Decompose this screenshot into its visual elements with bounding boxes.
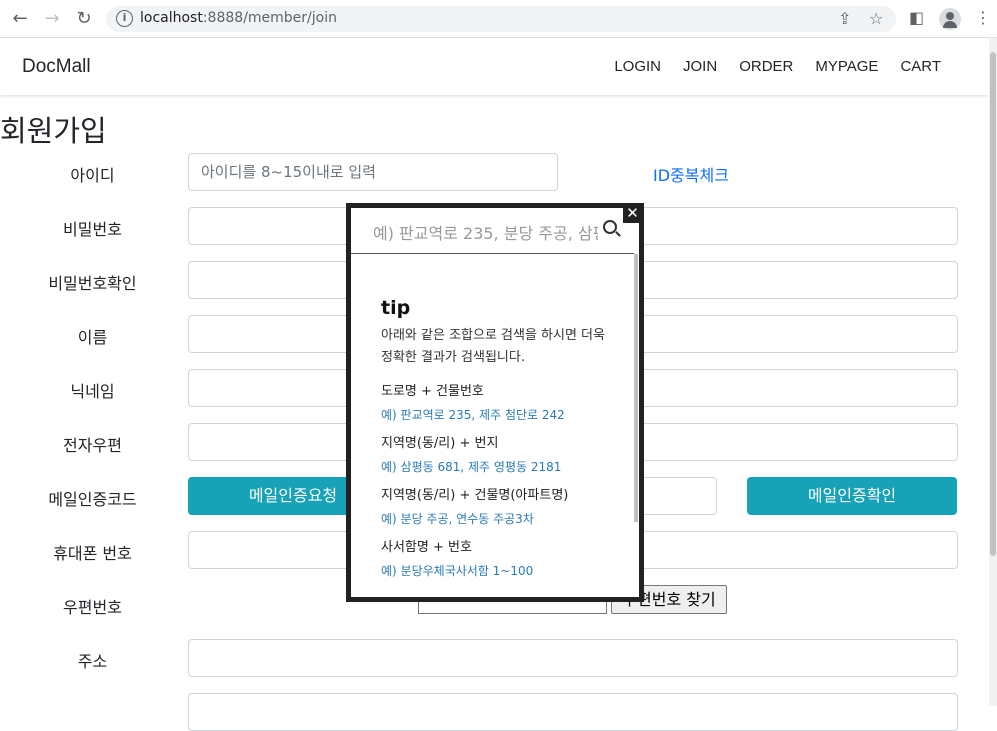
- postcode-search-bar[interactable]: 예) 판교역로 235, 분당 주공, 삼평동 681: [351, 208, 634, 254]
- password-label: 비밀번호: [63, 220, 122, 239]
- menu-dots-icon[interactable]: ⋮: [975, 8, 991, 27]
- site-info-icon[interactable]: i: [116, 10, 133, 27]
- profile-avatar-icon[interactable]: [939, 8, 961, 30]
- tip-title: tip: [381, 297, 411, 319]
- tip-heading: 사서함명 + 번호: [381, 540, 472, 555]
- tip-example: 예) 판교역로 235, 제주 첨단로 242: [381, 408, 565, 422]
- postcode-tip-panel: tip 아래와 같은 조합으로 검색을 하시면 더욱 정확한 결과가 검색됩니다…: [381, 297, 621, 591]
- url-path: :8888/member/join: [202, 10, 337, 26]
- side-panel-icon[interactable]: ◧: [909, 8, 924, 27]
- tip-heading: 지역명(동/리) + 번지: [381, 436, 499, 451]
- id-check-link[interactable]: ID중복체크: [653, 162, 729, 186]
- tip-example: 예) 분당우체국사서함 1~100: [381, 564, 534, 578]
- tip-description: 아래와 같은 조합으로 검색을 하시면 더욱 정확한 결과가 검색됩니다.: [381, 328, 605, 365]
- back-arrow-icon[interactable]: ←: [9, 8, 31, 30]
- address-bar[interactable]: i localhost:8888/member/join ⇪ ☆: [106, 6, 896, 32]
- reload-icon[interactable]: ↻: [73, 8, 95, 30]
- nickname-label: 닉네임: [70, 382, 115, 401]
- page-title: 회원가입: [0, 114, 107, 148]
- tip-heading: 지역명(동/리) + 건물명(아파트명): [381, 488, 569, 503]
- userid-label: 아이디: [70, 166, 115, 185]
- url-host: localhost: [140, 10, 203, 26]
- nav-login[interactable]: LOGIN: [614, 58, 661, 75]
- nav-join[interactable]: JOIN: [683, 58, 717, 75]
- email-code-label: 메일인증코드: [48, 490, 137, 509]
- postcode-search-input[interactable]: 예) 판교역로 235, 분당 주공, 삼평동 681: [373, 220, 598, 244]
- userid-input[interactable]: 아이디를 8~15이내로 입력: [188, 153, 558, 191]
- page-scrollbar[interactable]: [989, 38, 997, 706]
- password-confirm-label: 비밀번호확인: [48, 274, 137, 293]
- zipcode-label: 우편번호: [63, 598, 122, 617]
- nav-mypage[interactable]: MYPAGE: [815, 58, 878, 75]
- forward-arrow-icon[interactable]: →: [41, 8, 63, 30]
- name-label: 이름: [77, 328, 108, 347]
- search-icon[interactable]: [603, 220, 617, 234]
- share-icon[interactable]: ⇪: [838, 9, 851, 28]
- email-confirm-button[interactable]: 메일인증확인: [747, 477, 957, 515]
- nav-order[interactable]: ORDER: [739, 58, 793, 75]
- close-icon[interactable]: ✕: [623, 204, 642, 223]
- phone-label: 휴대폰 번호: [53, 544, 132, 563]
- tip-example: 예) 삼평동 681, 제주 영평동 2181: [381, 460, 562, 474]
- email-label: 전자우편: [63, 436, 122, 455]
- bookmark-star-icon[interactable]: ☆: [869, 9, 883, 28]
- address-input[interactable]: [188, 639, 958, 677]
- tip-heading: 도로명 + 건물번호: [381, 384, 484, 399]
- site-navbar: DocMall LOGIN JOIN ORDER MYPAGE CART: [0, 38, 989, 95]
- address-detail-input[interactable]: [188, 693, 958, 731]
- brand-logo[interactable]: DocMall: [22, 56, 91, 78]
- popup-scrollbar[interactable]: [634, 254, 639, 597]
- nav-cart[interactable]: CART: [900, 58, 941, 75]
- page-scrollbar-thumb[interactable]: [990, 52, 996, 556]
- nav-links: LOGIN JOIN ORDER MYPAGE CART: [614, 58, 941, 75]
- tip-example: 예) 분당 주공, 연수동 주공3차: [381, 512, 534, 526]
- address-label: 주소: [77, 652, 108, 671]
- address-bar-url: localhost:8888/member/join: [140, 10, 337, 26]
- popup-scrollbar-thumb[interactable]: [634, 254, 638, 522]
- browser-toolbar: ← → ↻ i localhost:8888/member/join ⇪ ☆ ◧…: [0, 0, 997, 38]
